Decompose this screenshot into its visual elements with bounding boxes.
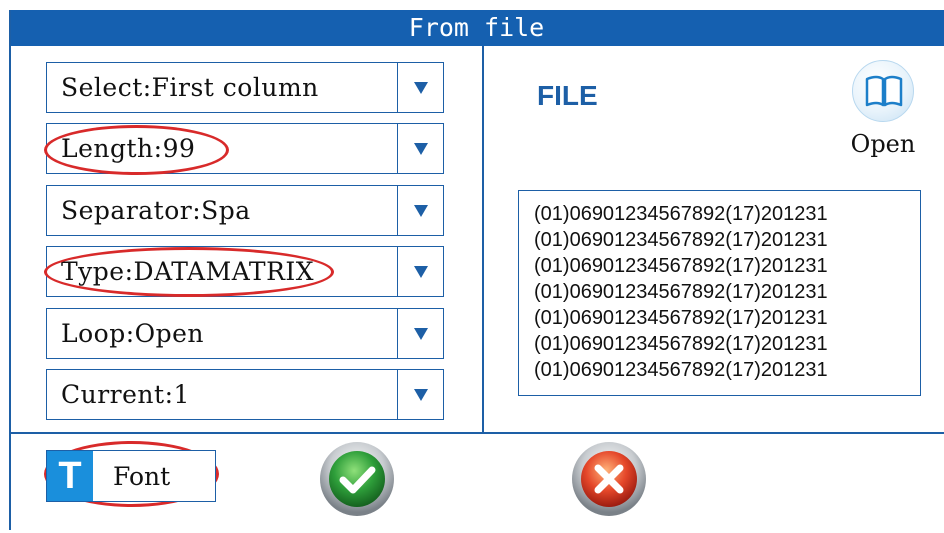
triangle-down-icon — [413, 81, 428, 94]
type-dropdown[interactable]: Type:DATAMATRIX — [46, 246, 444, 297]
font-label: Font — [113, 461, 171, 491]
list-item: (01)06901234567892(17)201231 — [534, 255, 828, 277]
list-item: (01)06901234567892(17)201231 — [534, 281, 828, 303]
current-dropdown[interactable]: Current:1 — [46, 369, 444, 420]
triangle-down-icon — [413, 327, 428, 340]
type-dropdown-button[interactable] — [397, 247, 443, 296]
loop-dropdown-button[interactable] — [397, 309, 443, 358]
panel-divider — [482, 46, 484, 432]
current-dropdown-button[interactable] — [397, 370, 443, 419]
font-icon: T — [47, 451, 93, 501]
triangle-down-icon — [413, 388, 428, 401]
length-dropdown-button[interactable] — [397, 124, 443, 173]
select-dropdown[interactable]: Select:First column — [46, 62, 444, 113]
loop-value: Loop:Open — [61, 319, 205, 348]
open-button[interactable]: Open — [848, 60, 918, 164]
length-dropdown[interactable]: Length:99 — [46, 123, 444, 174]
list-item: (01)06901234567892(17)201231 — [534, 229, 828, 251]
open-label: Open — [850, 130, 916, 158]
type-value: Type:DATAMATRIX — [61, 257, 315, 286]
book-icon — [852, 60, 914, 122]
confirm-button[interactable] — [318, 440, 396, 518]
triangle-down-icon — [413, 142, 428, 155]
font-button[interactable]: T Font — [46, 450, 216, 502]
loop-dropdown[interactable]: Loop:Open — [46, 308, 444, 359]
check-icon — [320, 442, 394, 516]
file-label: FILE — [537, 80, 598, 111]
cancel-button[interactable] — [570, 440, 648, 518]
list-item: (01)06901234567892(17)201231 — [534, 307, 828, 329]
list-item: (01)06901234567892(17)201231 — [534, 203, 828, 225]
list-item: (01)06901234567892(17)201231 — [534, 359, 828, 381]
separator-dropdown-button[interactable] — [397, 186, 443, 235]
list-item: (01)06901234567892(17)201231 — [534, 333, 828, 355]
separator-dropdown[interactable]: Separator:Spa — [46, 185, 444, 236]
select-value: Select:First column — [61, 73, 319, 102]
separator-value: Separator:Spa — [61, 196, 251, 225]
current-value: Current:1 — [61, 380, 190, 409]
file-data-list: (01)06901234567892(17)201231 (01)0690123… — [518, 190, 921, 396]
length-value: Length:99 — [61, 134, 196, 163]
triangle-down-icon — [413, 204, 428, 217]
close-icon — [572, 442, 646, 516]
triangle-down-icon — [413, 265, 428, 278]
footer-divider — [9, 432, 944, 434]
select-dropdown-button[interactable] — [397, 63, 443, 112]
